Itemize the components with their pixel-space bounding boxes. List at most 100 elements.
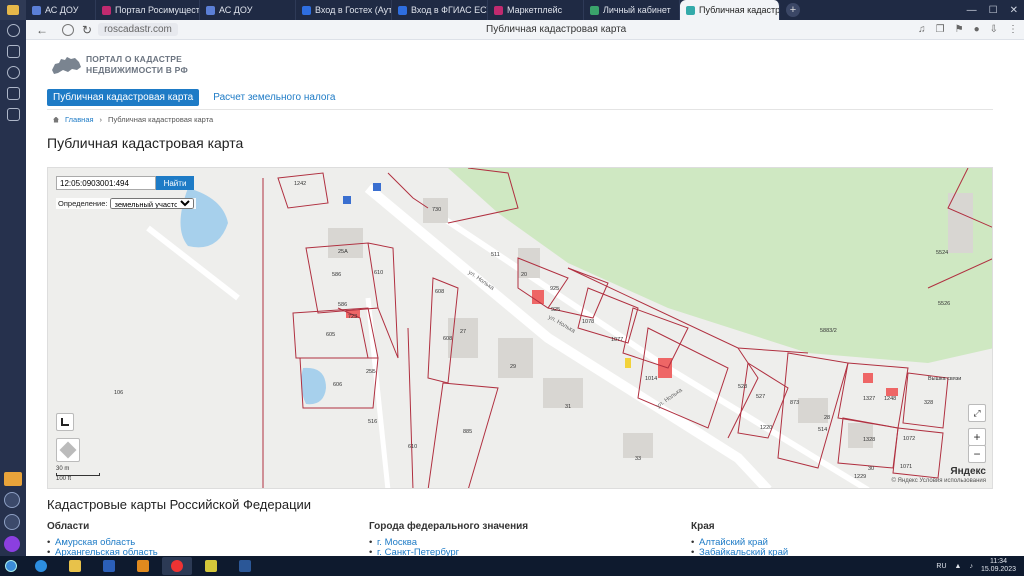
catalog-link[interactable]: Архангельская область bbox=[47, 548, 158, 557]
start-button[interactable] bbox=[0, 556, 22, 576]
site-security-icon[interactable] bbox=[62, 23, 74, 36]
cadastral-map[interactable]: ул. Нолька ул. Нолька ул. Нолька 1242 73… bbox=[47, 167, 993, 489]
parcel-label: 1220 bbox=[760, 425, 772, 431]
catalog-link[interactable]: г. Санкт-Петербург bbox=[369, 548, 528, 557]
parcel-label: 925 bbox=[551, 307, 560, 313]
minimize-icon[interactable]: — bbox=[967, 5, 977, 16]
definition-select[interactable]: земельный участок bbox=[109, 198, 194, 209]
site-logo[interactable]: ПОРТАЛ О КАДАСТРЕ НЕДВИЖИМОСТИ В РФ bbox=[50, 54, 188, 76]
language-indicator[interactable]: RU bbox=[936, 563, 946, 570]
parcel-label: 586 bbox=[338, 302, 347, 308]
tab-public-cadastral-map[interactable]: Публичная кадастровая карта bbox=[47, 89, 200, 106]
browser-tab[interactable]: АС ДОУ bbox=[200, 0, 296, 20]
browser-tab[interactable]: Вход в Гостех (Аутентиф bbox=[296, 0, 392, 20]
new-tab-button[interactable]: + bbox=[786, 3, 800, 17]
internet-explorer-icon bbox=[35, 560, 47, 572]
ruler-icon bbox=[61, 418, 69, 426]
browser-tab-active[interactable]: Публичная кадастров✕ bbox=[680, 0, 780, 20]
tab-land-tax-calculation[interactable]: Расчет земельного налога bbox=[207, 89, 341, 106]
video-icon[interactable] bbox=[6, 66, 20, 79]
parcel-label: 106 bbox=[114, 390, 123, 396]
parcel-label: 1072 bbox=[903, 436, 915, 442]
alice-icon[interactable] bbox=[4, 536, 20, 552]
parcel-label: 5526 bbox=[938, 301, 950, 307]
map-copyright[interactable]: © Яндекс Условия использования bbox=[891, 478, 986, 484]
catalog-column-krais: Края Алтайский край Забайкальский край bbox=[691, 521, 788, 556]
headphones-icon[interactable]: ♫ bbox=[918, 24, 926, 35]
definition-row: Определение: земельный участок bbox=[56, 198, 196, 209]
ruler-button[interactable] bbox=[56, 413, 74, 431]
parcel-label: 27 bbox=[460, 329, 466, 335]
browser-tab[interactable]: Вход в ФГИАС ЕСУГИ bbox=[392, 0, 488, 20]
russia-map-logo-icon bbox=[52, 57, 81, 74]
browser-tab[interactable]: Портал Росимущества bbox=[96, 0, 200, 20]
parcel-label: 586 bbox=[332, 272, 341, 278]
windows-logo-icon bbox=[5, 560, 17, 572]
home-icon bbox=[53, 116, 59, 123]
extension-icon[interactable]: ● bbox=[974, 24, 980, 35]
catalog-column-regions: Области Амурская область Архангельская о… bbox=[47, 521, 158, 556]
catalog-column-title: Области bbox=[47, 521, 90, 532]
notes-icon[interactable] bbox=[6, 87, 20, 100]
taskbar-app[interactable] bbox=[230, 557, 260, 575]
add-panel-icon[interactable] bbox=[4, 514, 20, 530]
volume-icon[interactable]: ♪ bbox=[969, 563, 973, 570]
maximize-icon[interactable]: ☐ bbox=[989, 5, 998, 16]
fullscreen-button[interactable]: ⤢ bbox=[968, 404, 986, 422]
clock-time: 11:34 bbox=[989, 558, 1007, 565]
taskbar-app[interactable] bbox=[196, 557, 226, 575]
reload-icon[interactable]: ↻ bbox=[82, 23, 92, 37]
bookmarks-icon[interactable] bbox=[6, 108, 20, 121]
taskbar-app[interactable] bbox=[60, 557, 90, 575]
map-provider-logo: Яндекс bbox=[950, 466, 986, 477]
download-icon[interactable]: ⇩ bbox=[990, 24, 998, 35]
bus-stop-icon[interactable] bbox=[373, 183, 381, 191]
parcel-label: 723 bbox=[348, 314, 357, 320]
mail-icon[interactable] bbox=[4, 472, 22, 486]
catalog-column-title: Города федерального значения bbox=[369, 521, 529, 532]
menu-icon[interactable]: ⋮ bbox=[1008, 24, 1018, 35]
history-icon[interactable] bbox=[6, 24, 20, 37]
back-icon[interactable]: ← bbox=[36, 23, 48, 37]
taskbar-app[interactable] bbox=[26, 557, 56, 575]
map-canvas[interactable]: ул. Нолька ул. Нолька ул. Нолька 1242 73… bbox=[48, 168, 993, 489]
page-heading: Публичная кадастровая карта bbox=[47, 135, 244, 151]
catalog-column-federal-cities: Города федерального значения г. Москва г… bbox=[369, 521, 528, 556]
browser-tab[interactable]: Личный кабинет bbox=[584, 0, 680, 20]
bus-stop-icon[interactable] bbox=[343, 196, 351, 204]
marker-icon[interactable] bbox=[625, 358, 631, 368]
bookmark-icon[interactable]: ⚑ bbox=[955, 24, 964, 35]
zoom-out-button[interactable]: − bbox=[968, 445, 986, 463]
taskbar-app-active[interactable] bbox=[162, 557, 192, 575]
parcel-label: 925 bbox=[550, 286, 559, 292]
catalog-link[interactable]: Забайкальский край bbox=[691, 548, 788, 557]
messenger-icon[interactable] bbox=[4, 492, 20, 508]
browser-tab[interactable]: АС ДОУ bbox=[26, 0, 96, 20]
taskbar-app[interactable] bbox=[94, 557, 124, 575]
clock[interactable]: 11:34 15.09.2023 bbox=[981, 558, 1016, 574]
browser-menu-button[interactable] bbox=[0, 0, 26, 20]
parcel-label: 33 bbox=[635, 456, 641, 462]
tab-favicon-icon bbox=[590, 5, 599, 15]
zoom-in-button[interactable]: + bbox=[968, 428, 986, 446]
parcel-label: 30 bbox=[868, 466, 874, 472]
cadastral-number-input[interactable] bbox=[56, 176, 156, 190]
outlook-icon bbox=[137, 560, 149, 572]
tab-favicon-icon bbox=[686, 5, 695, 15]
network-icon[interactable]: ▲ bbox=[955, 563, 962, 570]
pond bbox=[301, 367, 326, 405]
url-field[interactable]: roscadastr.com bbox=[98, 23, 178, 36]
collections-icon[interactable] bbox=[6, 45, 20, 58]
browser-tab[interactable]: Маркетплейс bbox=[488, 0, 584, 20]
taskbar-app[interactable] bbox=[128, 557, 158, 575]
parcel-label: 5524 bbox=[936, 250, 948, 256]
parcel-label: 1078 bbox=[582, 319, 594, 325]
close-window-icon[interactable]: ✕ bbox=[1010, 5, 1018, 16]
parcel-label: 25А bbox=[338, 249, 348, 255]
parcel-label: Вышка связи bbox=[928, 376, 961, 382]
search-button[interactable]: Найти bbox=[156, 176, 194, 190]
breadcrumb-home-link[interactable]: Главная bbox=[65, 115, 94, 124]
layers-button[interactable] bbox=[56, 438, 80, 462]
tabs-icon[interactable]: ❐ bbox=[936, 24, 945, 35]
tab-favicon-icon bbox=[206, 5, 215, 15]
